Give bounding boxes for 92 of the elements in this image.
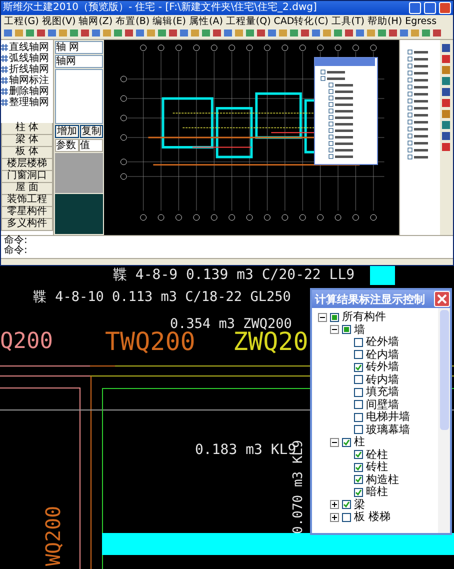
tree-checkbox[interactable] bbox=[354, 462, 363, 472]
category-button[interactable]: 多义构件 bbox=[1, 219, 53, 231]
tree-item-label[interactable]: 暗柱 bbox=[366, 486, 388, 498]
grid-icon bbox=[1, 77, 8, 84]
grid-icon bbox=[1, 99, 8, 106]
tree-item-label[interactable]: 填充墙 bbox=[366, 386, 399, 398]
grid-icon bbox=[1, 55, 8, 62]
tree-checkbox[interactable] bbox=[354, 388, 363, 397]
tree-checkbox[interactable] bbox=[330, 312, 339, 322]
command-area[interactable]: 命令: 命令: bbox=[1, 235, 453, 258]
dropdown-field[interactable]: 轴网 bbox=[55, 55, 103, 68]
menu-item[interactable]: 帮助(H) bbox=[368, 16, 402, 28]
tree-checkbox[interactable] bbox=[354, 450, 363, 460]
menu-item[interactable]: CAD转化(C) bbox=[274, 16, 328, 28]
dialog-title: 计算结果标注显示控制 bbox=[315, 292, 425, 306]
tree-checkbox[interactable] bbox=[354, 375, 363, 384]
tree-item-label[interactable]: 砖内墙 bbox=[366, 374, 399, 386]
cad-annotation: Q200 bbox=[0, 328, 53, 356]
category-button[interactable]: 装饰工程 bbox=[1, 195, 53, 207]
menu-item[interactable]: 视图(V) bbox=[42, 16, 76, 28]
tree-item-label[interactable]: 砼外墙 bbox=[366, 336, 399, 348]
tree-checkbox[interactable] bbox=[354, 425, 363, 434]
tree-item-label[interactable]: 砖外墙 bbox=[366, 361, 399, 374]
expand-icon[interactable] bbox=[330, 512, 339, 522]
command-line: 命令: bbox=[4, 236, 28, 246]
tool-item[interactable]: 弧线轴网 bbox=[1, 53, 53, 64]
column-header: 值 bbox=[79, 139, 103, 152]
preview-pane bbox=[55, 194, 103, 234]
grid-icon bbox=[1, 88, 8, 95]
category-button[interactable]: 梁 体 bbox=[1, 135, 53, 147]
tree-item-label[interactable]: 砼柱 bbox=[366, 448, 388, 461]
cad-annotation: TWQ200 bbox=[105, 327, 196, 358]
panel-button[interactable]: 复制 bbox=[80, 125, 103, 138]
maximize-button[interactable] bbox=[424, 2, 436, 14]
grid-icon bbox=[1, 44, 8, 51]
cad-annotation: 鞢 4-8-10 0.113 m3 C/18-22 GL250 bbox=[33, 289, 291, 307]
tree-item-label[interactable]: 所有构件 bbox=[342, 311, 386, 324]
tree-item-label[interactable]: 电梯井墙 bbox=[366, 411, 410, 424]
category-button[interactable]: 零星构件 bbox=[1, 207, 53, 219]
expand-icon[interactable] bbox=[330, 500, 339, 510]
menu-item[interactable]: 工程量(Q) bbox=[226, 16, 271, 28]
tree-item-label[interactable]: 墙 bbox=[354, 324, 365, 336]
category-button[interactable]: 板 体 bbox=[1, 147, 53, 159]
tree-checkbox[interactable] bbox=[354, 350, 363, 360]
collapse-icon[interactable] bbox=[330, 438, 339, 447]
tree-checkbox[interactable] bbox=[342, 512, 351, 522]
tree-checkbox[interactable] bbox=[354, 338, 363, 347]
cad-annotation: 鞢 4-8-9 0.139 m3 C/20-22 LL9 bbox=[113, 266, 355, 284]
menu-item[interactable]: Egress bbox=[405, 16, 437, 28]
menu-item[interactable]: 布置(B) bbox=[116, 16, 150, 28]
tree-item-label[interactable]: 梁 bbox=[354, 498, 365, 511]
tool-item[interactable]: 删除轴网 bbox=[1, 86, 53, 97]
tree-checkbox[interactable] bbox=[342, 438, 351, 447]
tool-item[interactable]: 折线轴网 bbox=[1, 64, 53, 75]
tree-item-label[interactable]: 板 楼梯 bbox=[354, 511, 390, 524]
menu-item[interactable]: 轴网(Z) bbox=[78, 16, 113, 28]
tree-checkbox[interactable] bbox=[342, 325, 351, 334]
minimize-button[interactable] bbox=[409, 2, 421, 14]
component-list[interactable] bbox=[55, 69, 103, 124]
panel-button[interactable]: 增加 bbox=[55, 125, 78, 138]
tree-checkbox[interactable] bbox=[342, 500, 351, 510]
column-header: 参数 bbox=[55, 139, 79, 152]
tree-checkbox[interactable] bbox=[354, 412, 363, 422]
menu-item[interactable]: 工程(G) bbox=[4, 16, 39, 28]
tree-item-label[interactable]: 砖柱 bbox=[366, 461, 388, 474]
tree-item-label[interactable]: 间壁墙 bbox=[366, 398, 399, 411]
tree-checkbox[interactable] bbox=[354, 488, 363, 497]
collapse-icon[interactable] bbox=[330, 325, 339, 334]
dropdown-field[interactable]: 轴 网 bbox=[55, 41, 103, 54]
close-button[interactable] bbox=[439, 2, 451, 14]
tree-item-label[interactable]: 柱 bbox=[354, 436, 365, 448]
command-line: 命令: bbox=[4, 246, 28, 256]
scrollbar[interactable] bbox=[438, 308, 450, 533]
tool-item[interactable]: 整理轴网 bbox=[1, 97, 53, 108]
tool-item[interactable]: 直线轴网 bbox=[1, 42, 53, 53]
category-button[interactable]: 门窗洞口 bbox=[1, 171, 53, 183]
menu-item[interactable]: 属性(A) bbox=[188, 16, 223, 28]
category-button[interactable]: 楼层楼梯 bbox=[1, 159, 53, 171]
collapse-icon[interactable] bbox=[318, 312, 327, 322]
menu-item[interactable]: 编辑(E) bbox=[152, 16, 186, 28]
tree-checkbox[interactable] bbox=[354, 475, 363, 484]
cad-annotation: WQ200 bbox=[40, 506, 66, 566]
category-button[interactable]: 柱 体 bbox=[1, 123, 53, 135]
tree-item-label[interactable]: 玻璃幕墙 bbox=[366, 424, 410, 436]
tree-checkbox[interactable] bbox=[354, 362, 363, 372]
category-button[interactable]: 屋 面 bbox=[1, 183, 53, 195]
menu-item[interactable]: 工具(T) bbox=[331, 16, 365, 28]
tree-item-label[interactable]: 砼内墙 bbox=[366, 348, 399, 361]
tree-item-label[interactable]: 构造柱 bbox=[366, 474, 399, 486]
close-button[interactable] bbox=[434, 291, 450, 307]
grid-icon bbox=[1, 66, 8, 73]
tree-checkbox[interactable] bbox=[354, 400, 363, 410]
